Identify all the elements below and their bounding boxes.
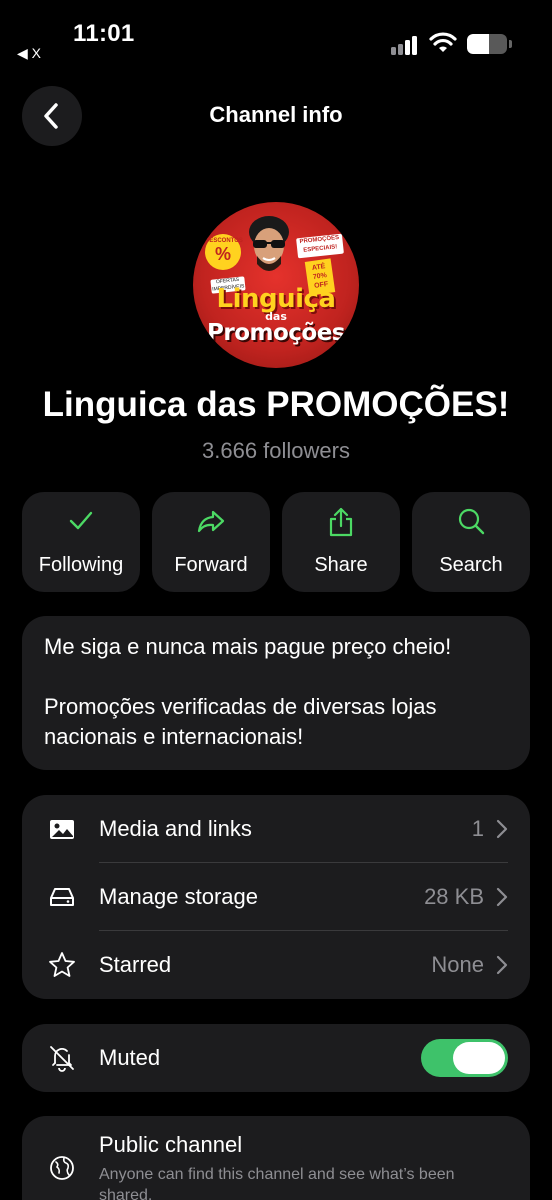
channel-description: Me siga e nunca mais pague preço cheio! …: [22, 616, 530, 770]
share-button[interactable]: Share: [282, 492, 400, 592]
manage-storage-row[interactable]: Manage storage 28 KB: [22, 863, 530, 931]
chevron-right-icon: [496, 887, 508, 907]
public-channel-row[interactable]: Public channel Anyone can find this chan…: [22, 1116, 530, 1200]
globe-icon: [50, 1156, 74, 1180]
followers-count: 3.666 followers: [202, 438, 350, 463]
avatar-character-illustration: [249, 216, 289, 271]
manage-storage-value: 28 KB: [424, 884, 484, 909]
search-icon: [458, 508, 485, 535]
public-channel-subtitle: Anyone can find this channel and see wha…: [99, 1166, 455, 1200]
channel-info-list: Media and links 1 Manage storage 28 KB S…: [22, 795, 530, 999]
muted-toggle[interactable]: [421, 1039, 508, 1077]
muted-setting: Muted: [22, 1024, 530, 1092]
back-to-app-link[interactable]: ◀ X: [17, 45, 41, 62]
channel-avatar[interactable]: DESCONTOS % PROMOÇÕES ESPECIAIS! ATÉ 70%…: [193, 202, 359, 368]
star-icon: [49, 952, 75, 977]
battery-level: [467, 34, 489, 54]
avatar-logo-line3: Promoções: [207, 320, 346, 346]
channel-name: Linguica das PROMOÇÕES!: [42, 385, 510, 424]
description-line-1: Me siga e nunca mais pague preço cheio!: [44, 634, 452, 659]
battery-icon: [467, 34, 507, 54]
toggle-knob: [453, 1042, 505, 1074]
status-bar: 11:01 ◀ X: [0, 0, 552, 70]
media-and-links-value: 1: [471, 816, 484, 841]
search-label: Search: [439, 554, 503, 576]
share-icon: [329, 507, 353, 537]
following-button[interactable]: Following: [22, 492, 140, 592]
starred-row[interactable]: Starred None: [22, 931, 530, 999]
following-label: Following: [38, 554, 124, 576]
media-and-links-label: Media and links: [99, 816, 252, 841]
public-channel-title: Public channel: [99, 1132, 243, 1157]
forward-arrow-icon: [197, 510, 225, 533]
manage-storage-label: Manage storage: [99, 884, 258, 909]
status-time: 11:01: [73, 20, 135, 47]
cellular-signal-icon: [391, 35, 421, 55]
forward-label: Forward: [174, 554, 248, 576]
avatar-promo-badge: PROMOÇÕES ESPECIAIS!: [296, 233, 344, 259]
description-line-2: Promoções verificadas de diversas lojas …: [44, 694, 437, 749]
muted-row: Muted: [22, 1024, 530, 1092]
forward-button[interactable]: Forward: [152, 492, 270, 592]
chevron-right-icon: [496, 819, 508, 839]
starred-value: None: [431, 952, 484, 977]
chevron-right-icon: [496, 955, 508, 975]
battery-cap: [509, 40, 512, 48]
muted-label: Muted: [99, 1045, 161, 1070]
search-button[interactable]: Search: [412, 492, 530, 592]
bell-slash-icon: [50, 1046, 74, 1072]
starred-label: Starred: [99, 952, 172, 977]
share-label: Share: [314, 554, 368, 576]
checkmark-icon: [69, 511, 93, 530]
avatar-discount-badge: DESCONTOS %: [205, 234, 243, 270]
photo-icon: [50, 820, 74, 839]
storage-icon: [50, 888, 74, 906]
media-and-links-row[interactable]: Media and links 1: [22, 795, 530, 863]
page-title: Channel info: [209, 102, 343, 127]
wifi-icon: [429, 32, 457, 52]
